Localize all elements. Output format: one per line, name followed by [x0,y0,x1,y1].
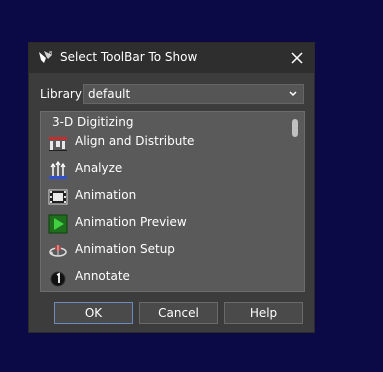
analyze-icon [49,160,67,179]
list-item-animation-preview[interactable]: Animation Preview [41,210,281,237]
dialog-title: Select ToolBar To Show [60,50,198,64]
dialog-titlebar[interactable]: 8 Select ToolBar To Show [29,43,314,73]
list-scrollbar-thumb[interactable] [292,119,298,137]
svg-text:8: 8 [49,51,52,57]
list-item-label: Align and Distribute [75,134,195,148]
list-item-align-and-distribute[interactable]: Align and Distribute [41,129,281,156]
application-logo-icon: 8 [39,51,52,63]
cancel-button[interactable]: Cancel [139,302,218,324]
close-button[interactable] [288,49,306,67]
animation-setup-icon [49,245,67,257]
list-item-animation[interactable]: Animation [41,183,281,210]
list-item-3d-digitizing[interactable]: 3-D Digitizing [52,115,133,129]
film-icon [48,189,68,205]
list-item-label: Animation [75,188,137,202]
library-label: Library [40,87,82,101]
chevron-down-icon [289,91,297,97]
list-item-animation-setup[interactable]: Animation Setup [41,237,281,264]
library-selected-value: default [88,87,131,101]
annotate-icon [50,271,66,287]
list-item-annotate[interactable]: Annotate [41,264,281,291]
list-item-label: Animation Preview [75,215,187,229]
ok-button[interactable]: OK [54,302,133,324]
close-icon [291,52,303,64]
select-toolbar-dialog: 8 Select ToolBar To Show Library default… [28,42,315,333]
list-item-label: Animation Setup [75,242,175,256]
list-item-analyze[interactable]: Analyze [41,156,281,183]
play-icon [48,214,68,234]
library-dropdown[interactable]: default [83,84,304,104]
toolbar-list[interactable]: 3-D Digitizing Align and Distribute Anal… [40,111,305,292]
list-item-label: Analyze [75,161,123,175]
help-button[interactable]: Help [224,302,303,324]
align-distribute-icon [49,137,67,151]
list-item-label: Annotate [75,269,130,283]
